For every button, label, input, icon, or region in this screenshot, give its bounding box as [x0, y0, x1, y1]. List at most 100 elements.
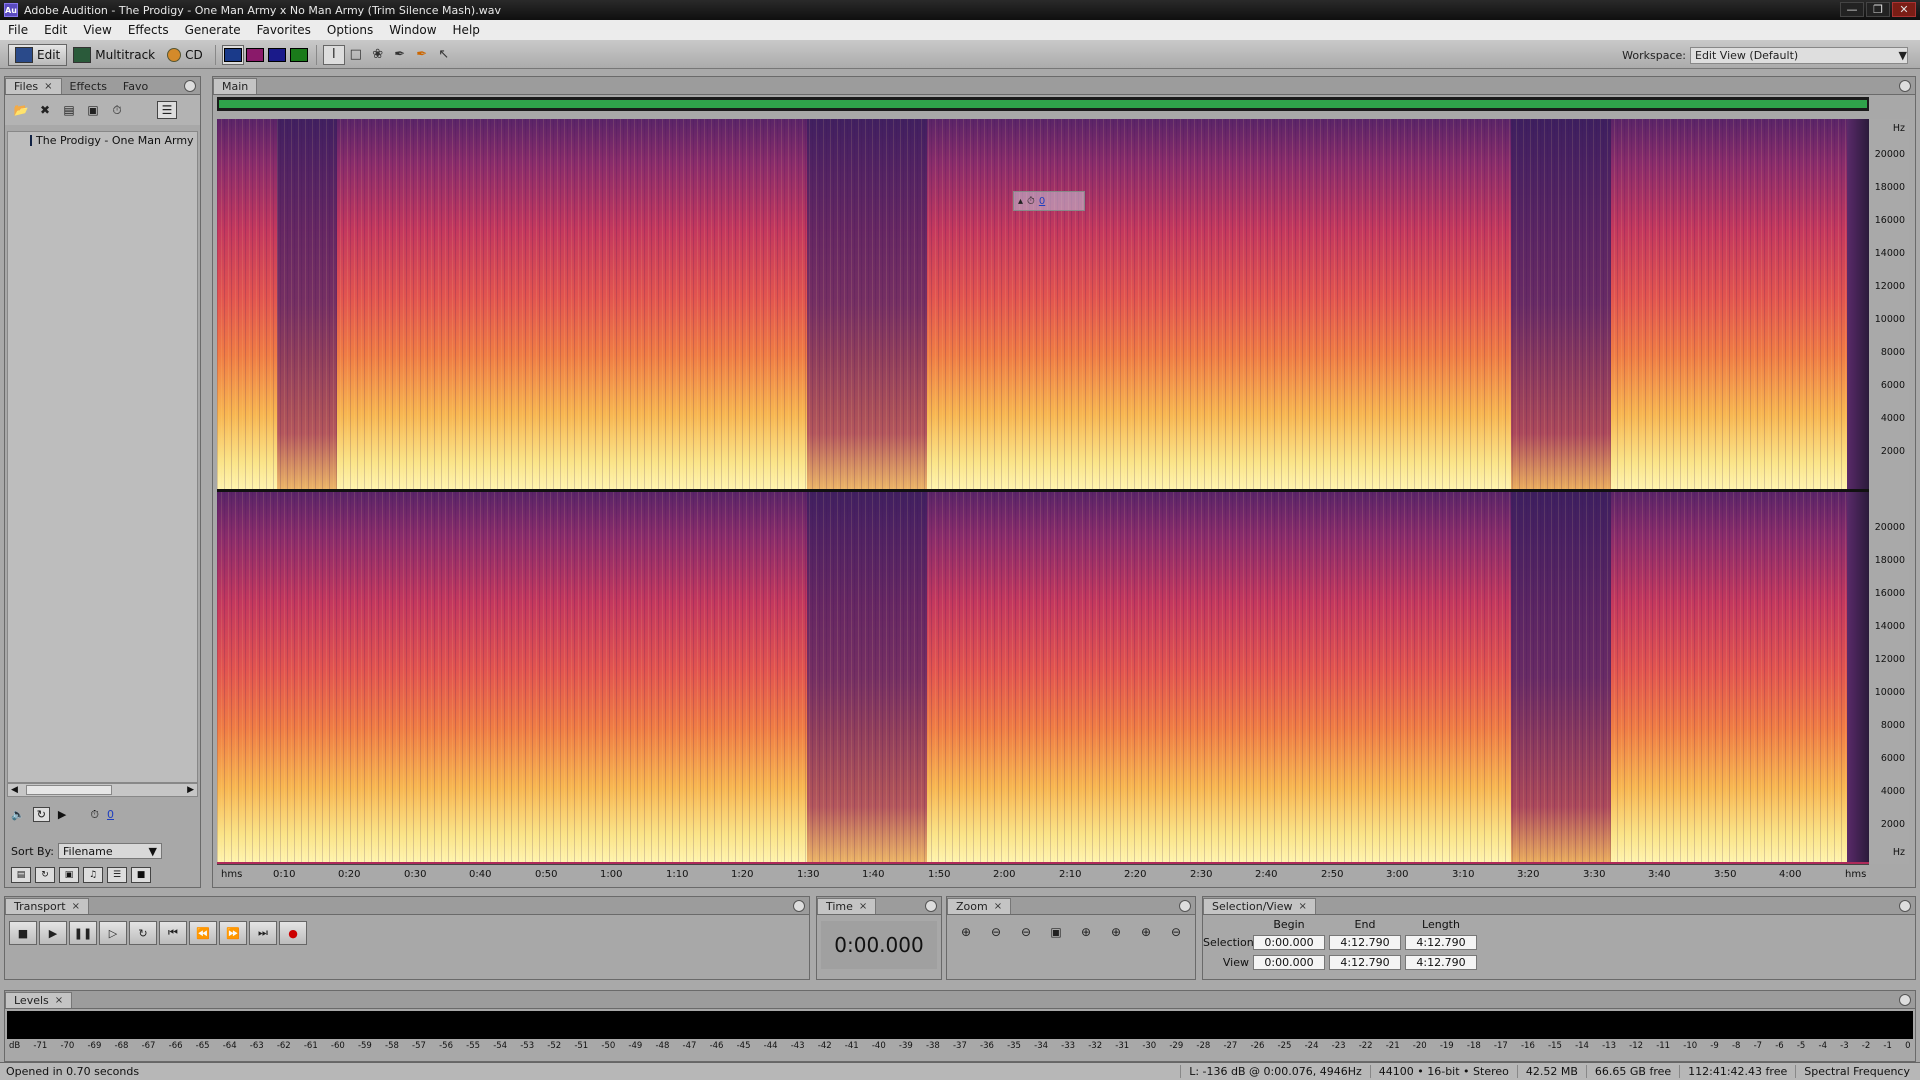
loop-play-button[interactable]: ↻ [129, 921, 157, 945]
close-icon[interactable]: × [72, 901, 80, 912]
show-options-icon[interactable]: ☰ [157, 101, 177, 119]
left-channel-spectrogram[interactable] [217, 119, 1869, 489]
panel-menu-icon[interactable] [1179, 900, 1191, 912]
close-icon[interactable]: × [1299, 901, 1307, 912]
view-begin-field[interactable]: 0:00.000 [1253, 954, 1325, 970]
panel-menu-icon[interactable] [1899, 80, 1911, 92]
menu-view[interactable]: View [75, 23, 119, 37]
time-selection-tool-icon[interactable]: I [322, 44, 345, 65]
minimize-button[interactable]: — [1840, 2, 1864, 17]
panel-menu-icon[interactable] [793, 900, 805, 912]
close-icon[interactable]: × [55, 995, 63, 1006]
menu-help[interactable]: Help [445, 23, 488, 37]
stop-button[interactable]: ■ [9, 921, 37, 945]
tab-effects[interactable]: Effects [62, 78, 115, 94]
menu-window[interactable]: Window [381, 23, 444, 37]
amplitude-knob[interactable]: ▴ ⏱ 0 [1013, 191, 1085, 211]
menu-favorites[interactable]: Favorites [249, 23, 319, 37]
scroll-thumb[interactable] [26, 785, 112, 795]
full-path-icon[interactable]: ☰ [107, 867, 127, 883]
tab-zoom[interactable]: Zoom × [947, 898, 1012, 914]
sort-by-dropdown[interactable]: Filename ▼ [58, 843, 163, 859]
restore-button[interactable]: ❐ [1866, 2, 1890, 17]
scroll-left-icon[interactable]: ◀ [11, 785, 18, 795]
filter-video-icon[interactable]: ▣ [59, 867, 79, 883]
tab-main[interactable]: Main [213, 78, 258, 94]
close-icon[interactable]: × [44, 81, 52, 92]
tab-selection-view[interactable]: Selection/View × [1203, 898, 1316, 914]
overview-bar[interactable] [217, 97, 1869, 111]
insert-cd-icon[interactable]: ▣ [83, 101, 103, 119]
menu-file[interactable]: File [0, 23, 36, 37]
panel-menu-icon[interactable] [925, 900, 937, 912]
zoom-left-edge-icon[interactable]: ⊕ [1073, 921, 1099, 943]
loop-icon[interactable]: ↻ [32, 807, 50, 822]
zoom-out-full-icon[interactable]: ⊖ [1013, 921, 1039, 943]
tab-levels[interactable]: Levels × [5, 992, 73, 1008]
file-info-icon[interactable]: ■ [131, 867, 151, 883]
filter-midi-icon[interactable]: ♫ [83, 867, 103, 883]
close-icon[interactable]: × [994, 901, 1002, 912]
record-button[interactable]: ● [279, 921, 307, 945]
visible-range-bar[interactable] [219, 100, 1867, 108]
selection-end-field[interactable]: 4:12.790 [1329, 934, 1401, 950]
filter-audio-icon[interactable]: ▤ [11, 867, 31, 883]
volume-knob-icon[interactable]: ⏱ [90, 808, 99, 822]
hybrid-tool-icon[interactable]: ↖ [433, 45, 455, 65]
waveform-display-icon[interactable] [221, 44, 244, 65]
go-to-end-button[interactable]: ⏭ [249, 921, 277, 945]
amplitude-value[interactable]: 0 [1039, 196, 1045, 207]
spectral-frequency-display-icon[interactable] [244, 45, 266, 65]
filter-loop-icon[interactable]: ↻ [35, 867, 55, 883]
effects-paintbrush-icon[interactable]: ✒ [389, 45, 411, 65]
play-from-cursor-button[interactable]: ▷ [99, 921, 127, 945]
scroll-right-icon[interactable]: ▶ [187, 785, 194, 795]
knob-icon[interactable]: ⏱ [1027, 196, 1035, 207]
insert-multitrack-icon[interactable]: ▤ [59, 101, 79, 119]
close-button[interactable]: ✕ [1892, 2, 1916, 17]
marquee-tool-icon[interactable]: □ [345, 45, 367, 65]
play-button[interactable]: ▶ [39, 921, 67, 945]
panel-menu-icon[interactable] [1899, 900, 1911, 912]
spot-healing-brush-icon[interactable]: ✒ [411, 45, 433, 65]
play-icon[interactable]: ▶ [58, 808, 66, 821]
workspace-dropdown[interactable]: Edit View (Default) ▼ [1690, 47, 1908, 64]
tab-favorites[interactable]: Favo [115, 78, 156, 94]
close-icon[interactable]: × [859, 901, 867, 912]
zoom-to-selection-icon[interactable]: ▣ [1043, 921, 1069, 943]
zoom-right-edge-icon[interactable]: ⊕ [1103, 921, 1129, 943]
menu-generate[interactable]: Generate [177, 23, 249, 37]
spectral-pan-display-icon[interactable] [266, 45, 288, 65]
panel-menu-icon[interactable] [1899, 994, 1911, 1006]
autoplay-icon[interactable]: ⏱ [107, 101, 127, 119]
time-ruler[interactable]: hms 0:10 0:20 0:30 0:40 0:50 1:00 1:10 1… [217, 864, 1869, 884]
zoom-out-vertical-icon[interactable]: ⊖ [1163, 921, 1189, 943]
horizontal-scrollbar[interactable]: ◀ ▶ [7, 783, 198, 797]
menu-effects[interactable]: Effects [120, 23, 177, 37]
tab-files[interactable]: Files × [5, 78, 62, 94]
pause-button[interactable]: ❚❚ [69, 921, 97, 945]
view-length-field[interactable]: 4:12.790 [1405, 954, 1477, 970]
import-file-icon[interactable]: 📂 [11, 101, 31, 119]
rewind-button[interactable]: ⏪ [189, 921, 217, 945]
fast-forward-button[interactable]: ⏩ [219, 921, 247, 945]
spectral-phase-display-icon[interactable] [288, 45, 310, 65]
menu-options[interactable]: Options [319, 23, 381, 37]
multitrack-view-button[interactable]: Multitrack [67, 44, 161, 66]
panel-menu-icon[interactable] [184, 80, 196, 92]
zoom-in-horizontal-icon[interactable]: ⊕ [953, 921, 979, 943]
list-item[interactable]: The Prodigy - One Man Army x No Man Army… [8, 132, 197, 149]
close-file-icon[interactable]: ✖ [35, 101, 55, 119]
go-to-start-button[interactable]: ⏮ [159, 921, 187, 945]
menu-edit[interactable]: Edit [36, 23, 75, 37]
cd-view-button[interactable]: CD [161, 44, 209, 66]
zoom-out-horizontal-icon[interactable]: ⊖ [983, 921, 1009, 943]
selection-length-field[interactable]: 4:12.790 [1405, 934, 1477, 950]
tab-transport[interactable]: Transport × [5, 898, 90, 914]
tab-time[interactable]: Time × [817, 898, 877, 914]
edit-view-button[interactable]: Edit [8, 43, 68, 66]
lasso-tool-icon[interactable]: ❀ [367, 45, 389, 65]
selection-begin-field[interactable]: 0:00.000 [1253, 934, 1325, 950]
zoom-in-vertical-icon[interactable]: ⊕ [1133, 921, 1159, 943]
view-end-field[interactable]: 4:12.790 [1329, 954, 1401, 970]
